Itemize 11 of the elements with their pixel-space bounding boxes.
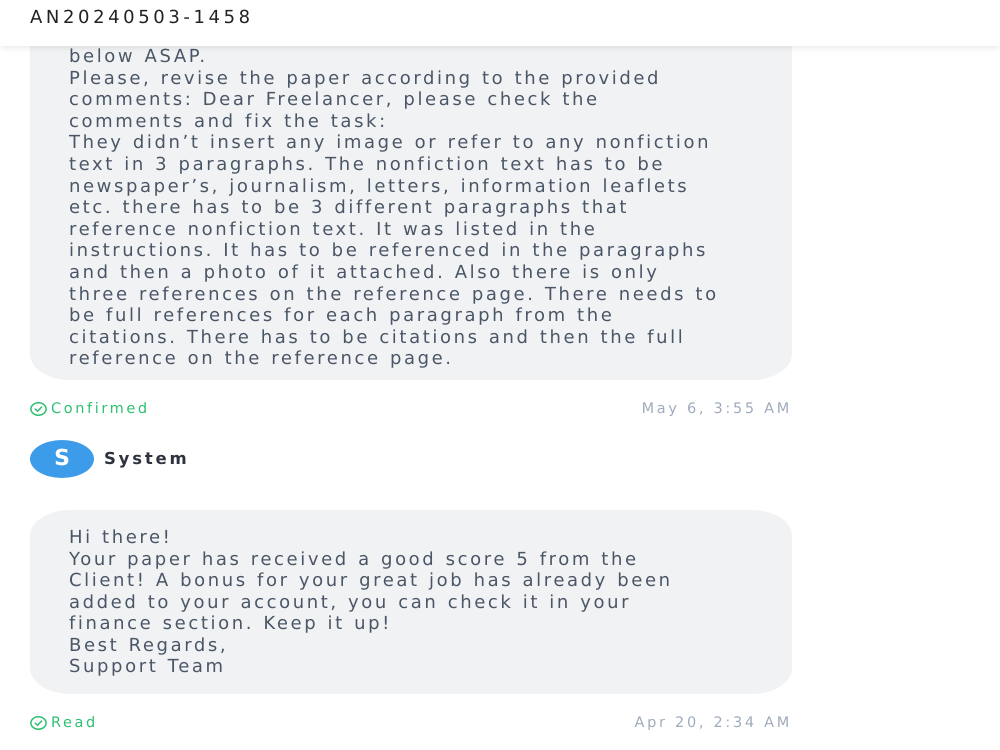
message-text: below ASAP. Please, revise the paper according to the provided comments: Dear Freelancer, please check the comments and fix the task: They didn’t insert any image or refer to any nonfiction text in 3 paragraphs. The nonfiction text has to be newspaper’s, journalism, letters, information leaflets etc. there has to be 3 different paragraphs that reference nonfiction text. It was listed in the instructions. It has to be referenced in the paragraphs and then a photo of it attached. Also there is only three references on the reference page. There needs to be full references for each paragraph from the citations. There has to be citations and then the full reference on the reference page. [69, 46, 719, 370]
message-time: Apr 20, 2:34 AM [634, 714, 792, 732]
status-label: Confirmed [51, 400, 150, 418]
status-label: Read [51, 714, 98, 732]
avatar: S [30, 440, 94, 478]
sender-name: System [104, 448, 190, 470]
message-text: Hi there! Your paper has received a good score 5 from the Client! A bonus for your great job has already been added to your account, you can check it in your finance section. Keep it up! Best Regards, Support Team [69, 526, 674, 678]
order-number: AN20240503-1458 [30, 6, 254, 30]
check-circle-icon [30, 402, 47, 416]
message-time: May 6, 3:55 AM [642, 400, 792, 418]
check-circle-icon [30, 716, 47, 730]
